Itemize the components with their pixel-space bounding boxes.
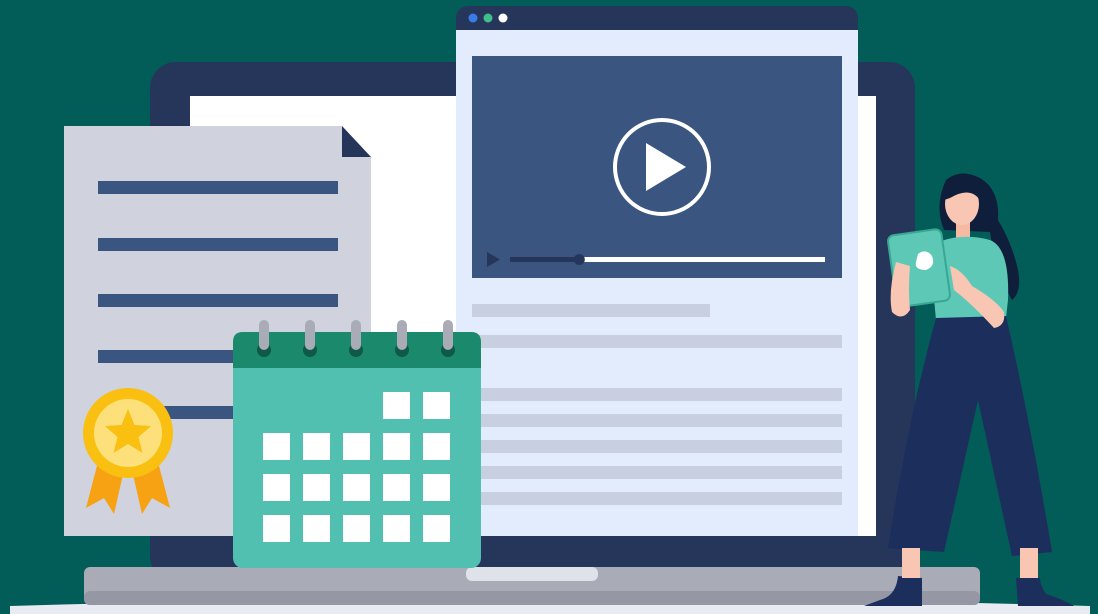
placeholder-line — [472, 466, 842, 479]
window-close-dot[interactable] — [468, 13, 478, 23]
calendar-day-cell — [423, 474, 450, 501]
calendar-day-cell — [383, 392, 410, 419]
calendar-day-cell — [423, 433, 450, 460]
document-line — [98, 294, 338, 307]
placeholder-line — [472, 335, 842, 348]
calendar-day-cell — [303, 515, 330, 542]
calendar-day-cell — [263, 515, 290, 542]
calendar-day-cell — [423, 515, 450, 542]
calendar-day-cell — [303, 433, 330, 460]
calendar-day-cell — [263, 474, 290, 501]
placeholder-line — [472, 440, 842, 453]
illustration-scene — [0, 0, 1098, 614]
calendar-day-cell — [423, 392, 450, 419]
document-line — [98, 181, 338, 194]
laptop-base-shade — [84, 591, 980, 605]
calendar-icon — [233, 320, 481, 568]
placeholder-line — [472, 388, 842, 401]
calendar-day-cell — [343, 433, 370, 460]
placeholder-line — [472, 304, 710, 317]
calendar-day-cell — [383, 433, 410, 460]
calendar-day-cell — [383, 515, 410, 542]
placeholder-line — [472, 414, 842, 427]
progress-fill — [510, 257, 580, 262]
progress-handle[interactable] — [573, 254, 585, 265]
calendar-day-cell — [343, 474, 370, 501]
calendar-day-cell — [263, 433, 290, 460]
document-line — [98, 238, 338, 251]
calendar-day-cell — [343, 515, 370, 542]
window-minimize-dot[interactable] — [483, 13, 493, 23]
window-maximize-dot[interactable] — [498, 13, 508, 23]
placeholder-line — [472, 492, 842, 505]
calendar-day-cell — [383, 474, 410, 501]
browser-window — [456, 6, 858, 536]
laptop-notch — [466, 567, 598, 581]
calendar-day-cell — [303, 474, 330, 501]
